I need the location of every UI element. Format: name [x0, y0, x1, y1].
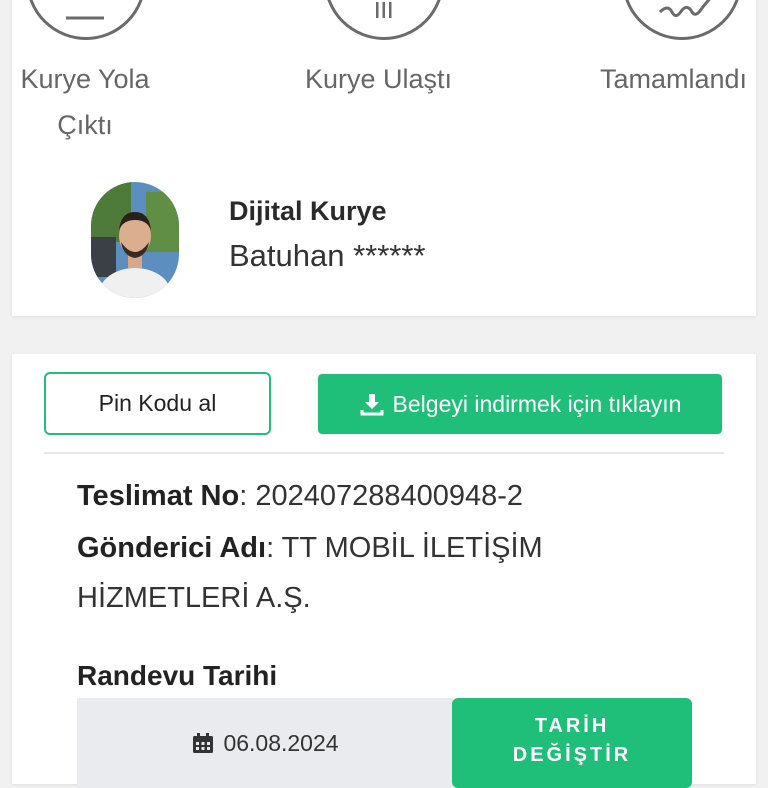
get-pin-code-button[interactable]: Pin Kodu al [44, 372, 271, 435]
building-icon [376, 2, 392, 18]
sender-value-line1: : TT MOBİL İLETİŞİM [266, 532, 543, 564]
courier-photo [91, 182, 179, 298]
delivery-number-value: : 202407288400948-2 [239, 480, 524, 512]
signature-icon [658, 0, 711, 17]
step-label-line1: Kurye Ulaştı [305, 64, 453, 94]
step-courier-arrived-label: Kurye Ulaştı [305, 56, 452, 102]
change-date-label-line1: TARİH [534, 715, 610, 737]
step-courier-arrived-circle [324, 0, 444, 40]
divider [44, 452, 724, 454]
step-label-line1: Tamamlandı [600, 64, 748, 94]
sender-label: Gönderici Adı [77, 532, 267, 564]
scooter-icon [66, 16, 104, 20]
step-label-line1: Kurye Yola [20, 64, 150, 94]
step-courier-departed-circle [26, 0, 146, 40]
delivery-number-row: Teslimat No: 202407288400948-2 [77, 480, 523, 513]
step-completed-label: Tamamlandı [600, 56, 747, 102]
sender-row: Gönderici Adı: TT MOBİL İLETİŞİM [77, 532, 543, 565]
download-icon [360, 394, 384, 416]
appointment-date-value: 06.08.2024 [223, 729, 339, 756]
courier-name: Batuhan ****** [229, 238, 426, 273]
change-date-button[interactable]: TARİH DEĞİŞTİR [452, 698, 692, 788]
step-courier-departed-label: Kurye Yola Çıktı [16, 56, 154, 148]
change-date-label-line2: DEĞİŞTİR [512, 744, 632, 766]
appointment-date-title: Randevu Tarihi [77, 660, 278, 691]
step-completed-circle [622, 0, 742, 40]
step-label-line2: Çıktı [57, 110, 113, 140]
courier-avatar [91, 182, 179, 298]
download-document-button[interactable]: Belgeyi indirmek için tıklayın [318, 374, 722, 434]
pin-button-label: Pin Kodu al [98, 390, 217, 416]
download-button-label: Belgeyi indirmek için tıklayın [392, 390, 682, 417]
delivery-number-label: Teslimat No [77, 480, 240, 512]
courier-role: Dijital Kurye [229, 196, 387, 226]
appointment-date-field: 06.08.2024 [77, 698, 453, 788]
sender-value-line2: HİZMETLERİ A.Ş. [77, 582, 311, 614]
calendar-icon [193, 733, 214, 753]
